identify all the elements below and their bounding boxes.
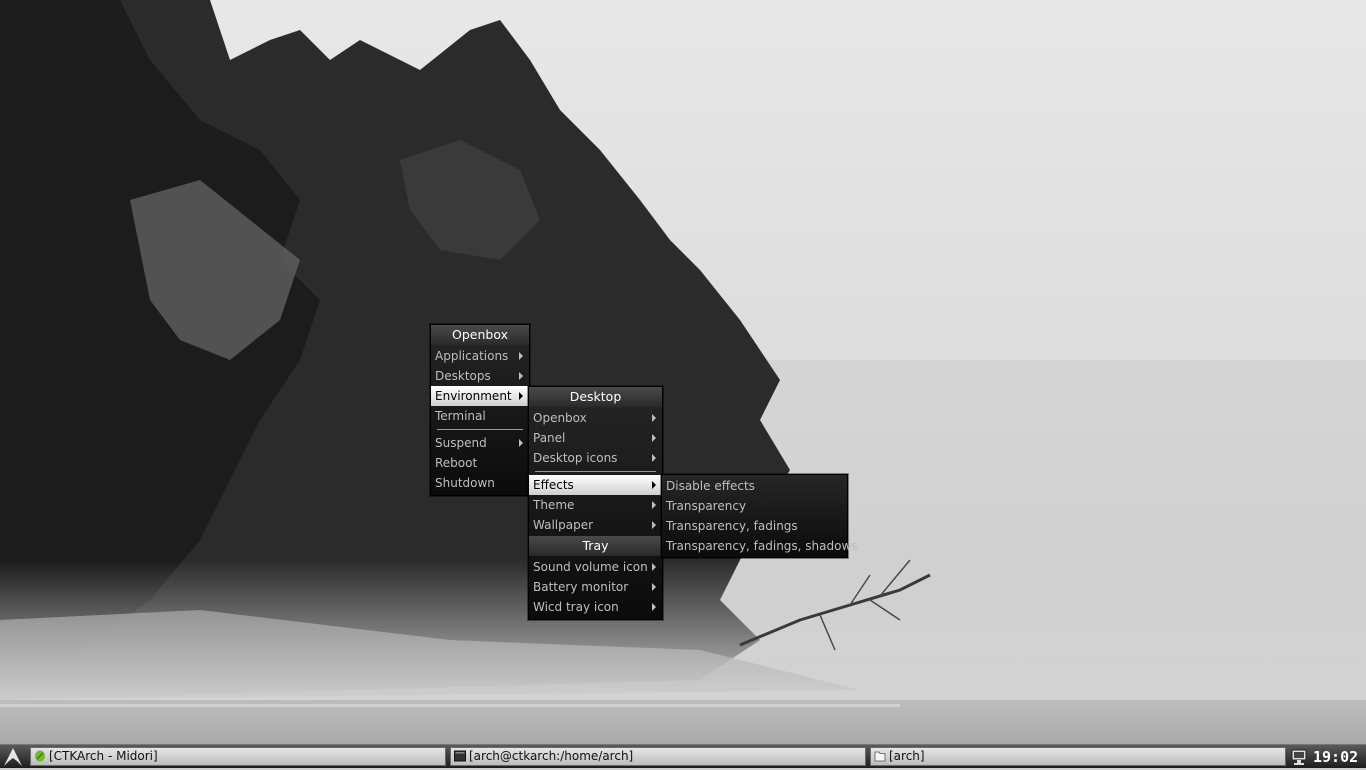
menu-item-label: Terminal — [435, 409, 486, 423]
menu-item-terminal[interactable]: Terminal — [431, 406, 529, 426]
submenu-arrow-icon — [652, 521, 656, 529]
menu-item-environment[interactable]: Environment — [431, 386, 529, 406]
desktop-section-title: Desktop — [529, 387, 662, 407]
menu-item-theme[interactable]: Theme — [529, 495, 662, 515]
menu-item-transparency-fadings-shadows[interactable]: Transparency, fadings, shadows — [662, 536, 858, 556]
network-tray-icon[interactable] — [1290, 748, 1310, 766]
task-button-terminal[interactable]: [arch@ctkarch:/home/arch] — [450, 747, 866, 766]
start-menu-button[interactable] — [2, 747, 24, 767]
menu-item-label: Effects — [533, 478, 574, 492]
menu-item-label: Reboot — [435, 456, 478, 470]
clock[interactable]: 19:02 — [1313, 745, 1358, 769]
menu-item-shutdown[interactable]: Shutdown — [431, 473, 529, 493]
menu-item-suspend[interactable]: Suspend — [431, 433, 529, 453]
submenu-arrow-icon — [519, 439, 523, 447]
submenu-arrow-icon — [652, 414, 656, 422]
menu-item-battery-monitor[interactable]: Battery monitor — [529, 577, 662, 597]
menu-item-label: Desktop icons — [533, 451, 618, 465]
menu-item-label: Environment — [435, 389, 512, 403]
menu-item-label: Theme — [533, 498, 575, 512]
menu-item-label: Shutdown — [435, 476, 495, 490]
menu-item-sound-volume-icon[interactable]: Sound volume icon — [529, 557, 662, 577]
menu-item-desktop-icons[interactable]: Desktop icons — [529, 448, 662, 468]
menu-item-label: Desktops — [435, 369, 491, 383]
menu-item-effects[interactable]: Effects — [529, 475, 662, 495]
menu-item-disable-effects[interactable]: Disable effects — [662, 476, 847, 496]
wallpaper-image — [0, 0, 1366, 744]
menu-item-label: Wallpaper — [533, 518, 594, 532]
submenu-arrow-icon — [652, 563, 656, 571]
effects-submenu: Disable effects Transparency Transparenc… — [661, 474, 858, 558]
environment-submenu: Desktop Openbox Panel Desktop icons Effe… — [528, 386, 663, 620]
openbox-root-menu: Openbox Applications Desktops Environmen… — [430, 324, 530, 496]
menu-item-label: Transparency — [666, 499, 747, 513]
submenu-arrow-icon — [519, 372, 523, 380]
menu-item-label: Applications — [435, 349, 509, 363]
menu-separator — [529, 468, 662, 475]
submenu-arrow-icon — [652, 603, 656, 611]
submenu-arrow-icon — [652, 583, 656, 591]
menu-item-reboot[interactable]: Reboot — [431, 453, 529, 473]
menu-item-transparency-fadings[interactable]: Transparency, fadings — [662, 516, 847, 536]
submenu-arrow-icon — [652, 454, 656, 462]
menu-item-label: Transparency, fadings, shadows — [666, 539, 858, 553]
taskbar: [CTKArch - Midori] [arch@ctkarch:/home/a… — [0, 744, 1366, 768]
menu-item-label: Disable effects — [666, 479, 755, 493]
menu-item-label: Suspend — [435, 436, 487, 450]
terminal-icon — [454, 750, 466, 762]
menu-separator — [431, 426, 529, 433]
submenu-arrow-icon — [519, 392, 523, 400]
task-label: [arch@ctkarch:/home/arch] — [469, 749, 634, 763]
tray-section-title: Tray — [529, 536, 662, 556]
menu-item-openbox[interactable]: Openbox — [529, 408, 662, 428]
menu-item-label: Transparency, fadings — [666, 519, 798, 533]
submenu-arrow-icon — [652, 434, 656, 442]
menu-item-wallpaper[interactable]: Wallpaper — [529, 515, 662, 535]
task-label: [CTKArch - Midori] — [49, 749, 158, 763]
midori-leaf-icon — [35, 750, 45, 762]
desktop-wallpaper — [0, 0, 1366, 744]
menu-item-label: Panel — [533, 431, 566, 445]
menu-item-applications[interactable]: Applications — [431, 346, 529, 366]
submenu-arrow-icon — [652, 481, 656, 489]
root-menu-title: Openbox — [431, 325, 529, 345]
menu-item-label: Sound volume icon — [533, 560, 648, 574]
folder-icon — [874, 751, 886, 762]
task-button-midori[interactable]: [CTKArch - Midori] — [30, 747, 446, 766]
menu-item-wicd-tray-icon[interactable]: Wicd tray icon — [529, 597, 662, 617]
menu-item-panel[interactable]: Panel — [529, 428, 662, 448]
submenu-arrow-icon — [652, 501, 656, 509]
arch-logo-icon — [4, 748, 22, 766]
menu-item-desktops[interactable]: Desktops — [431, 366, 529, 386]
menu-item-label: Battery monitor — [533, 580, 629, 594]
task-label: [arch] — [889, 749, 925, 763]
menu-item-transparency[interactable]: Transparency — [662, 496, 847, 516]
menu-item-label: Openbox — [533, 411, 587, 425]
submenu-arrow-icon — [519, 352, 523, 360]
task-button-file-manager[interactable]: [arch] — [870, 747, 1286, 766]
menu-item-label: Wicd tray icon — [533, 600, 619, 614]
